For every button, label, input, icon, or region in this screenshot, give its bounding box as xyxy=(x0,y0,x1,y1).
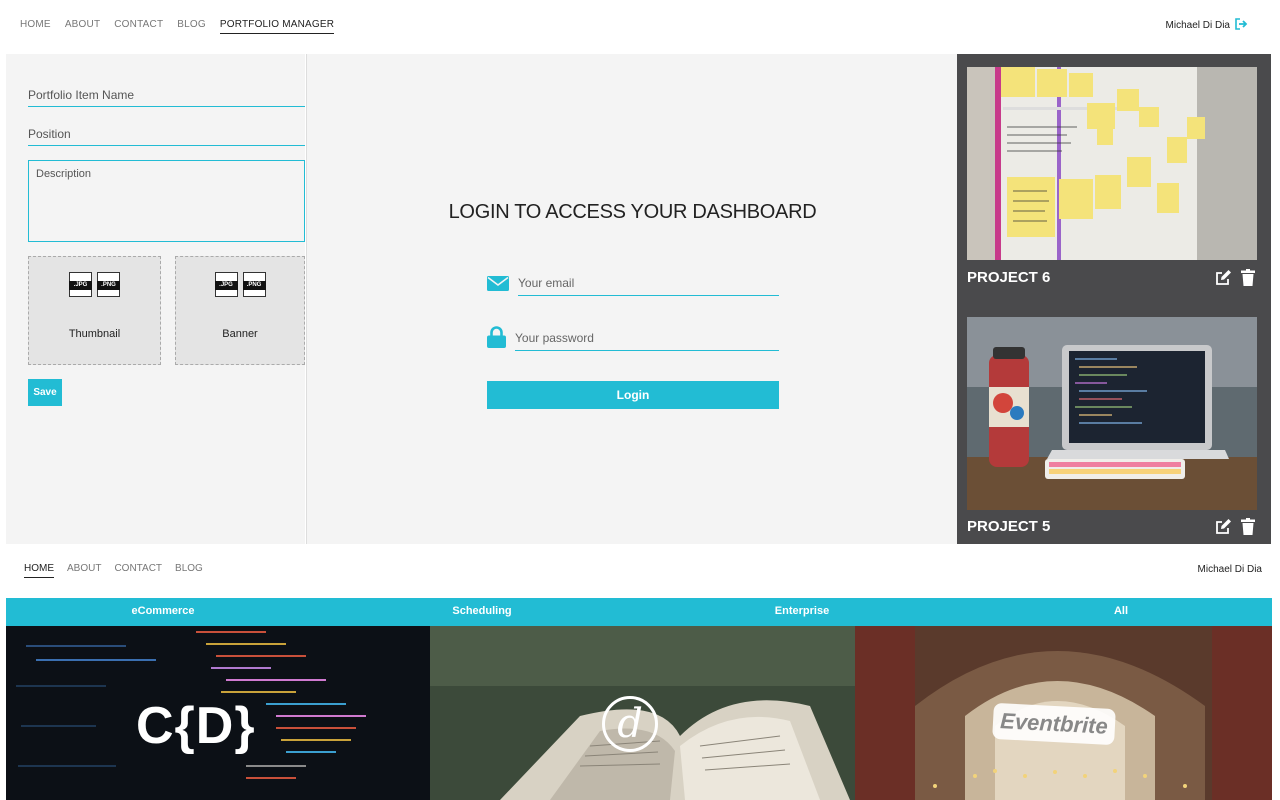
top-nav-links: HOME ABOUT CONTACT BLOG PORTFOLIO MANAGE… xyxy=(20,19,348,34)
login-title: LOGIN TO ACCESS YOUR DASHBOARD xyxy=(448,201,817,223)
project-image-whiteboard xyxy=(967,67,1257,260)
position-input[interactable]: Position xyxy=(28,127,305,146)
login-button[interactable]: Login xyxy=(487,381,779,409)
edit-icon[interactable] xyxy=(1215,269,1232,286)
banner-dropzone[interactable]: .JPG .PNG Banner xyxy=(175,256,305,365)
project-title: PROJECT 5 xyxy=(967,518,1051,535)
portfolio-item-name-input[interactable]: Portfolio Item Name xyxy=(28,88,305,107)
nav-portfolio-manager[interactable]: PORTFOLIO MANAGER xyxy=(219,19,335,34)
edit-icon[interactable] xyxy=(1215,518,1232,535)
password-input[interactable]: Your password xyxy=(515,331,779,351)
portfolio-tiles: C{D} d Eventbrite xyxy=(6,626,1272,800)
banner-label: Banner xyxy=(222,328,258,340)
category-scheduling[interactable]: Scheduling xyxy=(452,605,511,617)
login-panel: LOGIN TO ACCESS YOUR DASHBOARD Your emai… xyxy=(306,54,957,544)
cd-logo: C{D} xyxy=(136,697,256,755)
site-nav-blog[interactable]: BLOG xyxy=(175,563,203,578)
email-input[interactable]: Your email xyxy=(518,276,779,296)
project-card[interactable]: PROJECT 6 xyxy=(967,67,1257,286)
projects-panel: PROJECT 6 PROJECT 5 xyxy=(957,54,1271,544)
jpg-file-icon: .JPG xyxy=(214,272,238,297)
delete-icon[interactable] xyxy=(1241,269,1255,286)
portfolio-form: Portfolio Item Name Position Description… xyxy=(6,54,305,544)
user-name: Michael Di Dia xyxy=(1165,20,1230,31)
file-type-icons: .JPG .PNG xyxy=(176,272,304,297)
site-nav-contact[interactable]: CONTACT xyxy=(114,563,162,578)
category-all[interactable]: All xyxy=(1114,605,1128,617)
site-nav-about[interactable]: ABOUT xyxy=(67,563,101,578)
site-nav-links: HOME ABOUT CONTACT BLOG xyxy=(24,563,216,578)
project-card[interactable]: PROJECT 5 xyxy=(967,317,1257,535)
thumbnail-dropzone[interactable]: .JPG .PNG Thumbnail xyxy=(28,256,161,365)
category-enterprise[interactable]: Enterprise xyxy=(775,605,829,617)
description-textarea[interactable]: Description xyxy=(28,160,305,242)
portfolio-tile[interactable]: C{D} xyxy=(6,626,430,800)
thumbnail-label: Thumbnail xyxy=(68,328,121,340)
save-button[interactable]: Save xyxy=(28,379,62,406)
project-actions xyxy=(1215,269,1255,286)
logout-icon[interactable] xyxy=(1234,17,1248,31)
site-nav-home[interactable]: HOME xyxy=(24,563,54,578)
project-title: PROJECT 6 xyxy=(967,269,1051,286)
png-file-icon: .PNG xyxy=(242,272,266,297)
jpg-file-icon: .JPG xyxy=(69,272,92,297)
top-nav: HOME ABOUT CONTACT BLOG PORTFOLIO MANAGE… xyxy=(0,0,1280,52)
project-actions xyxy=(1215,518,1255,535)
lock-icon xyxy=(487,326,506,348)
file-type-icons: .JPG .PNG xyxy=(29,272,160,297)
nav-about[interactable]: ABOUT xyxy=(65,19,100,34)
d-logo: d xyxy=(602,696,658,752)
nav-contact[interactable]: CONTACT xyxy=(114,19,163,34)
site-nav: HOME ABOUT CONTACT BLOG Michael Di Dia xyxy=(0,544,1280,598)
delete-icon[interactable] xyxy=(1241,518,1255,535)
category-ecommerce[interactable]: eCommerce xyxy=(132,605,195,617)
png-file-icon: .PNG xyxy=(97,272,120,297)
eventbrite-logo: Eventbrite xyxy=(992,702,1116,746)
portfolio-tile[interactable]: d xyxy=(430,626,855,800)
mail-icon xyxy=(487,276,509,291)
category-bar: eCommerce Scheduling Enterprise All xyxy=(6,598,1272,626)
nav-blog[interactable]: BLOG xyxy=(177,19,206,34)
project-image-laptop xyxy=(967,317,1257,510)
portfolio-tile[interactable]: Eventbrite xyxy=(855,626,1272,800)
site-user-name: Michael Di Dia xyxy=(1197,564,1262,575)
nav-home[interactable]: HOME xyxy=(20,19,51,34)
